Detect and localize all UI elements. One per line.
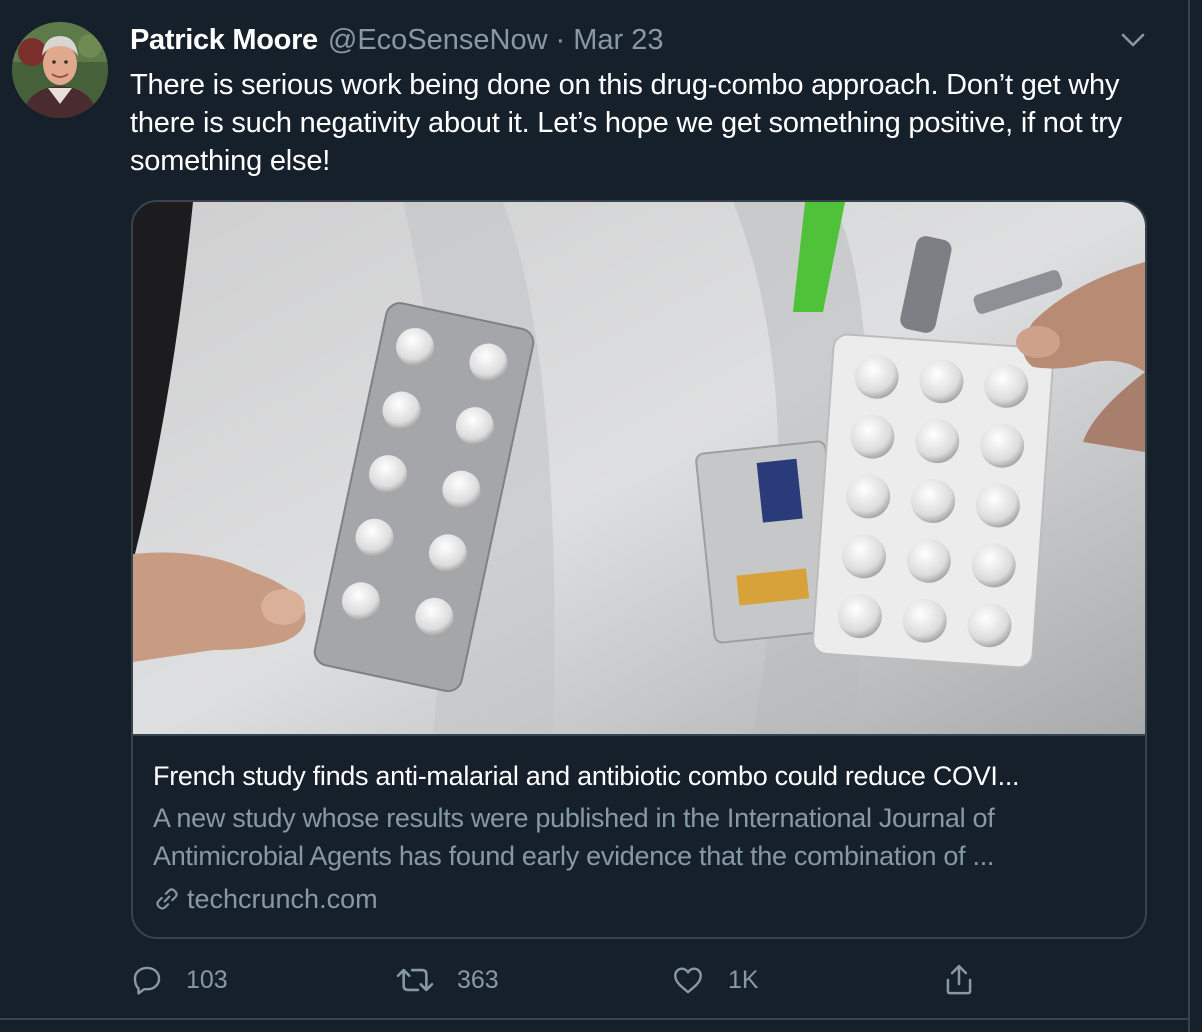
column-border (1188, 0, 1190, 1032)
share-icon (946, 964, 972, 995)
chevron-down-icon[interactable] (1118, 28, 1148, 52)
like-count: 1K (728, 965, 759, 994)
share-button[interactable] (942, 958, 998, 1002)
retweet-count: 363 (457, 965, 499, 994)
card-domain-text: techcrunch.com (187, 883, 378, 914)
reply-button[interactable]: 103 (130, 958, 228, 1002)
card-domain[interactable]: techcrunch.com (153, 880, 378, 918)
card-divider (133, 734, 1145, 736)
separator-dot: · (555, 24, 566, 56)
tweet[interactable]: Patrick Moore @EcoSenseNow · Mar 23 Ther… (0, 0, 1202, 1032)
reply-icon (133, 966, 161, 995)
tweet-header: Patrick Moore @EcoSenseNow · Mar 23 (130, 24, 663, 64)
author-handle[interactable]: @EcoSenseNow (328, 24, 548, 57)
tweet-date[interactable]: Mar 23 (573, 24, 663, 57)
author-name[interactable]: Patrick Moore (130, 24, 318, 57)
tweet-actions: 103 363 1K (130, 958, 990, 1002)
link-card[interactable]: French study finds anti-malarial and ant… (131, 200, 1147, 939)
reply-count: 103 (186, 965, 228, 994)
like-button[interactable]: 1K (670, 958, 759, 1002)
link-icon (156, 888, 178, 910)
retweet-icon (396, 968, 434, 992)
retweet-button[interactable]: 363 (395, 958, 499, 1002)
tweet-text: There is serious work being done on this… (130, 69, 1122, 177)
card-image[interactable] (133, 202, 1145, 734)
tweet-divider (0, 1018, 1190, 1020)
avatar[interactable] (12, 22, 108, 118)
card-description: A new study whose results were published… (153, 803, 995, 871)
heart-icon (674, 967, 702, 994)
card-title[interactable]: French study finds anti-malarial and ant… (153, 758, 1128, 794)
